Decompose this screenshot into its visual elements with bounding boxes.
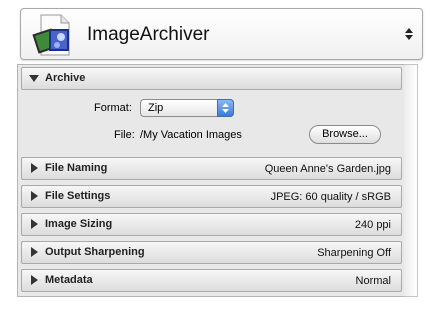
- section-label: Image Sizing: [45, 218, 113, 230]
- section-value: Normal: [355, 275, 391, 287]
- browse-button[interactable]: Browse...: [309, 125, 381, 144]
- section-label: Output Sharpening: [45, 246, 145, 258]
- preset-title: ImageArchiver: [87, 24, 210, 45]
- section-file-settings[interactable]: File Settings JPEG: 60 quality / sRGB: [21, 185, 402, 208]
- format-label: Format:: [94, 102, 132, 114]
- disclosure-triangle-right-icon[interactable]: [29, 191, 39, 201]
- section-label: Metadata: [45, 274, 93, 286]
- app-icon: [32, 14, 70, 56]
- preset-selector[interactable]: ImageArchiver: [20, 8, 423, 60]
- section-value: JPEG: 60 quality / sRGB: [270, 191, 391, 203]
- format-value: Zip: [148, 102, 164, 114]
- section-label: File Settings: [45, 190, 111, 202]
- section-output-sharpening[interactable]: Output Sharpening Sharpening Off: [21, 241, 402, 264]
- disclosure-triangle-right-icon[interactable]: [29, 275, 39, 285]
- scrollbar-track[interactable]: [404, 64, 418, 297]
- archive-content: Format: Zip File: /My Vacation Images Br…: [21, 90, 402, 156]
- file-label: File:: [114, 129, 135, 141]
- select-arrows-icon[interactable]: [217, 99, 234, 117]
- section-metadata[interactable]: Metadata Normal: [21, 269, 402, 292]
- section-image-sizing[interactable]: Image Sizing 240 ppi: [21, 213, 402, 236]
- file-path: /My Vacation Images: [140, 129, 242, 141]
- section-value: Queen Anne's Garden.jpg: [264, 163, 391, 175]
- section-archive[interactable]: Archive: [21, 67, 402, 90]
- disclosure-triangle-right-icon[interactable]: [29, 163, 39, 173]
- section-label: Archive: [45, 72, 86, 84]
- disclosure-triangle-down-icon[interactable]: [29, 73, 39, 83]
- section-value: 240 ppi: [354, 219, 391, 231]
- section-value: Sharpening Off: [317, 247, 391, 259]
- section-label: File Naming: [45, 162, 108, 174]
- section-file-naming[interactable]: File Naming Queen Anne's Garden.jpg: [21, 157, 402, 180]
- disclosure-triangle-right-icon[interactable]: [29, 219, 39, 229]
- disclosure-triangle-right-icon[interactable]: [29, 247, 39, 257]
- updown-arrows-icon[interactable]: [404, 26, 414, 42]
- format-select[interactable]: Zip: [140, 99, 234, 117]
